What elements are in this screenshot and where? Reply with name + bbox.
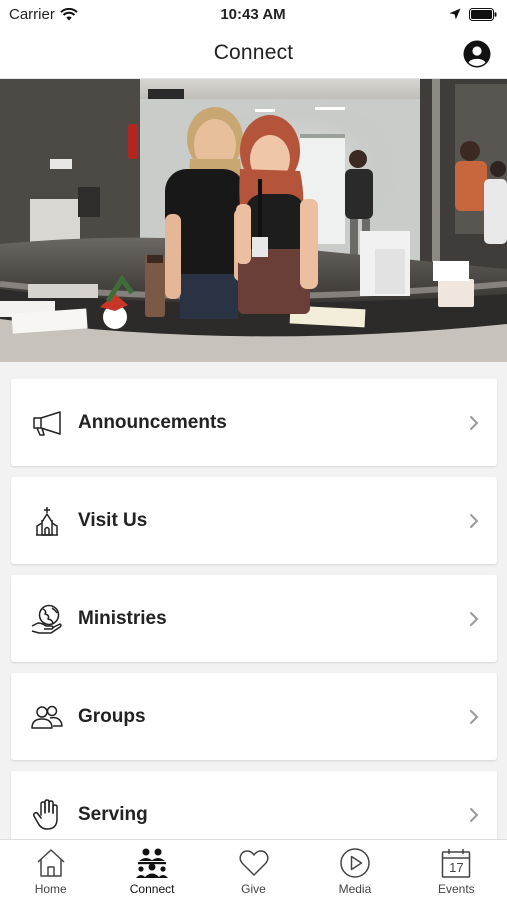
status-bar: Carrier 10:43 AM (0, 0, 507, 28)
connect-menu: Announcements Visit Us Ministries Groups (0, 379, 507, 840)
tab-events[interactable]: 17 Events (406, 840, 507, 900)
tab-label: Home (34, 882, 67, 896)
tab-give[interactable]: Give (203, 840, 304, 900)
tab-label: Give (241, 882, 266, 896)
carrier-label: Carrier (9, 5, 55, 23)
menu-item-announcements[interactable]: Announcements (11, 379, 497, 466)
globe-hand-icon (30, 602, 64, 636)
hero-image (0, 79, 507, 362)
megaphone-icon (30, 406, 64, 440)
church-icon (30, 504, 64, 538)
clock: 10:43 AM (220, 5, 286, 23)
heart-icon (238, 850, 269, 876)
menu-item-ministries[interactable]: Ministries (11, 575, 497, 662)
tab-label: Media (338, 882, 372, 896)
wifi-icon (60, 7, 78, 20)
chevron-right-icon (470, 611, 479, 626)
calendar-day: 17 (449, 860, 464, 875)
navigation-bar: Connect (0, 28, 507, 79)
menu-item-serving[interactable]: Serving (11, 771, 497, 840)
tab-label: Events (437, 882, 475, 896)
chevron-right-icon (470, 709, 479, 724)
menu-item-visit-us[interactable]: Visit Us (11, 477, 497, 564)
page-title: Connect (213, 41, 294, 64)
tab-bar: Home Connect Give Media 17 Events (0, 839, 507, 900)
community-icon (136, 848, 169, 878)
menu-item-label: Visit Us (78, 509, 148, 531)
house-icon (37, 849, 65, 877)
tab-home[interactable]: Home (0, 840, 101, 900)
tab-label: Connect (129, 882, 175, 896)
menu-item-groups[interactable]: Groups (11, 673, 497, 760)
chevron-right-icon (470, 807, 479, 822)
tab-media[interactable]: Media (304, 840, 405, 900)
chevron-right-icon (470, 513, 479, 528)
profile-icon[interactable] (463, 40, 491, 68)
location-arrow-icon (449, 8, 461, 20)
tab-connect[interactable]: Connect (101, 840, 202, 900)
calendar-icon: 17 (440, 847, 472, 879)
play-circle-icon (340, 848, 370, 878)
menu-item-label: Ministries (78, 607, 167, 629)
menu-item-label: Groups (78, 705, 146, 727)
menu-item-label: Announcements (78, 411, 227, 433)
chevron-right-icon (470, 415, 479, 430)
people-icon (30, 700, 64, 734)
battery-icon (469, 7, 497, 21)
hand-icon (30, 798, 64, 832)
menu-item-label: Serving (78, 803, 148, 825)
